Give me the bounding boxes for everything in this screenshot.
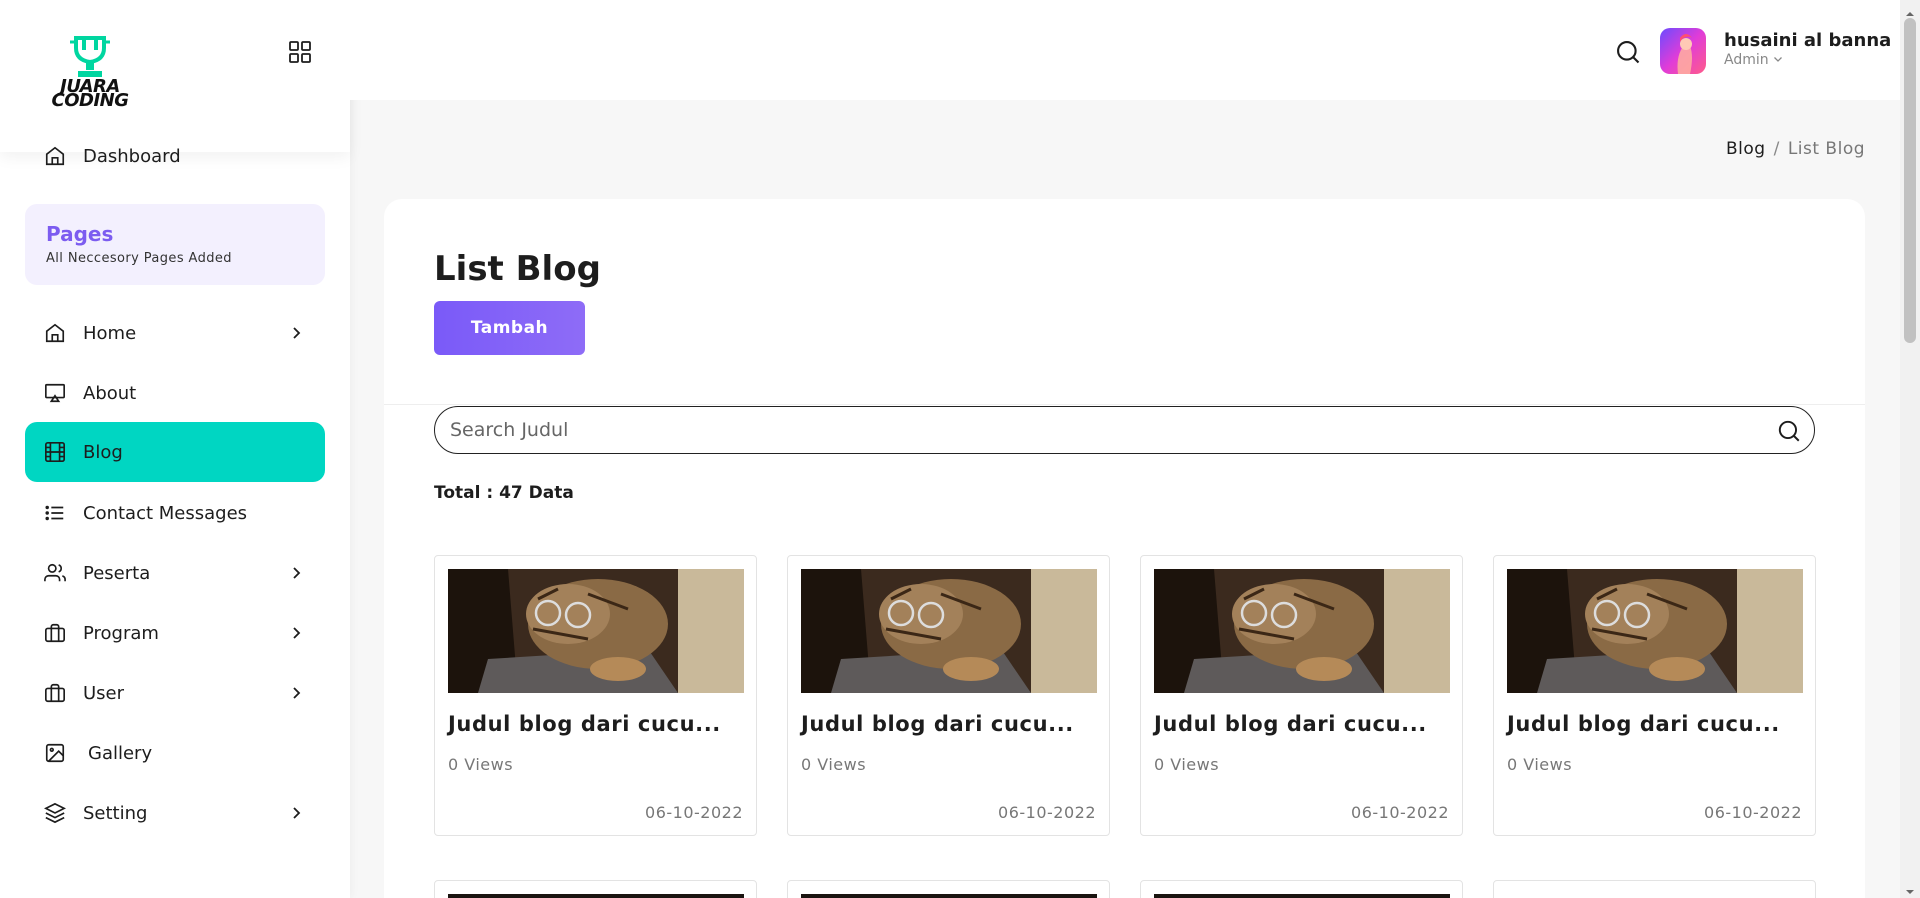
monitor-icon: [43, 381, 67, 405]
add-button[interactable]: Tambah: [434, 301, 585, 355]
sidebar-item-program[interactable]: Program: [25, 603, 325, 663]
total-count: Total : 47 Data: [434, 483, 574, 503]
blog-date: 06-10-2022: [1704, 803, 1802, 822]
home-icon: [43, 321, 67, 345]
sidebar-item-user[interactable]: User: [25, 663, 325, 723]
brand-logo[interactable]: JUARA CODING: [42, 34, 138, 111]
sidebar-item-label: User: [83, 682, 125, 704]
blog-card[interactable]: [787, 880, 1110, 898]
blog-views: 0 Views: [801, 755, 867, 774]
blog-thumbnail: [448, 894, 744, 898]
scroll-down-arrow-icon[interactable]: [1905, 882, 1915, 894]
brand-name-line2: CODING: [51, 90, 130, 111]
pages-title: Pages: [46, 222, 114, 246]
chevron-right-icon: [287, 563, 307, 583]
sidebar-item-label: Peserta: [83, 562, 151, 584]
sidebar-item-setting[interactable]: Setting: [25, 783, 325, 843]
page-title: List Blog: [434, 249, 601, 289]
search-icon[interactable]: [1776, 418, 1802, 444]
breadcrumb: Blog / List Blog: [1726, 139, 1865, 159]
blog-date: 06-10-2022: [998, 803, 1096, 822]
blog-views: 0 Views: [448, 755, 514, 774]
trophy-logo-icon: [70, 36, 110, 77]
blog-thumbnail: [1154, 894, 1450, 898]
sidebar-item-about[interactable]: About: [25, 363, 325, 423]
blog-thumbnail: [801, 894, 1097, 898]
sidebar-item-label: Program: [83, 622, 159, 644]
pages-section: Pages All Neccesory Pages Added: [25, 204, 325, 285]
blog-thumbnail: [1154, 569, 1450, 693]
blog-date: 06-10-2022: [645, 803, 743, 822]
page-scrollbar[interactable]: [1900, 0, 1920, 898]
blog-card[interactable]: [1140, 880, 1463, 898]
blog-thumbnail: [801, 569, 1097, 693]
blog-title[interactable]: Judul blog dari cucu...: [448, 712, 721, 736]
blog-date: 06-10-2022: [1351, 803, 1449, 822]
divider: [384, 404, 1865, 405]
avatar[interactable]: [1660, 28, 1706, 74]
blog-card[interactable]: [434, 880, 757, 898]
sidebar-item-label: Home: [83, 322, 137, 344]
film-icon: [43, 440, 67, 464]
sidebar-item-contact-messages[interactable]: Contact Messages: [25, 483, 325, 543]
briefcase-icon: [43, 621, 67, 645]
cat-image: [448, 569, 744, 693]
briefcase-icon: [43, 681, 67, 705]
blog-thumbnail: [1507, 569, 1803, 693]
search-field: [434, 406, 1815, 454]
chevron-down-icon: [1773, 52, 1783, 68]
blog-title[interactable]: Judul blog dari cucu...: [1507, 712, 1780, 736]
sidebar-item-label: Gallery: [88, 742, 153, 764]
blog-card[interactable]: Judul blog dari cucu... 0 Views 06-10-20…: [787, 555, 1110, 836]
search-input[interactable]: [450, 419, 1750, 441]
sidebar-item-label: Blog: [83, 441, 123, 463]
chevron-right-icon: [287, 623, 307, 643]
breadcrumb-parent[interactable]: Blog: [1726, 139, 1766, 159]
cat-image: [1154, 569, 1450, 693]
sidebar-item-home[interactable]: Home: [25, 303, 325, 363]
blog-card[interactable]: Judul blog dari cucu... 0 Views 06-10-20…: [1140, 555, 1463, 836]
grid-menu-icon[interactable]: [288, 40, 312, 64]
blog-card[interactable]: [1493, 880, 1816, 898]
search-icon[interactable]: [1614, 38, 1642, 66]
sidebar-item-label: About: [83, 382, 137, 404]
list-icon: [43, 501, 67, 525]
cat-image: [1507, 569, 1803, 693]
sidebar-item-peserta[interactable]: Peserta: [25, 543, 325, 603]
sidebar-item-gallery[interactable]: Gallery: [25, 723, 325, 783]
breadcrumb-current: List Blog: [1787, 139, 1866, 159]
user-role-dropdown[interactable]: Admin: [1724, 52, 1783, 68]
users-icon: [43, 561, 67, 585]
sidebar: JUARA CODING Dashboard Pages All Necceso…: [0, 0, 350, 898]
chevron-right-icon: [287, 683, 307, 703]
sidebar-item-dashboard[interactable]: Dashboard: [25, 126, 325, 186]
cat-image: [801, 569, 1097, 693]
sidebar-item-label: Contact Messages: [83, 502, 248, 524]
chevron-right-icon: [287, 803, 307, 823]
blog-thumbnail: [448, 569, 744, 693]
breadcrumb-separator: /: [1773, 139, 1780, 159]
blog-views: 0 Views: [1154, 755, 1220, 774]
home-icon: [43, 144, 67, 168]
user-name: husaini al banna: [1724, 30, 1892, 51]
scrollbar-thumb[interactable]: [1904, 18, 1916, 343]
image-icon: [43, 741, 67, 765]
main-card: List Blog Tambah Total : 47 Data Judul b…: [384, 199, 1865, 898]
blog-card[interactable]: Judul blog dari cucu... 0 Views 06-10-20…: [434, 555, 757, 836]
pages-subtitle: All Neccesory Pages Added: [46, 251, 232, 266]
chevron-right-icon: [287, 323, 307, 343]
sidebar-item-label: Setting: [83, 802, 148, 824]
sidebar-item-label: Dashboard: [83, 145, 181, 167]
blog-views: 0 Views: [1507, 755, 1573, 774]
blog-card[interactable]: Judul blog dari cucu... 0 Views 06-10-20…: [1493, 555, 1816, 836]
user-role-label: Admin: [1724, 52, 1769, 68]
sidebar-item-blog[interactable]: Blog: [25, 422, 325, 482]
scroll-up-arrow-icon[interactable]: [1905, 4, 1915, 16]
blog-title[interactable]: Judul blog dari cucu...: [801, 712, 1074, 736]
layers-icon: [43, 801, 67, 825]
blog-title[interactable]: Judul blog dari cucu...: [1154, 712, 1427, 736]
